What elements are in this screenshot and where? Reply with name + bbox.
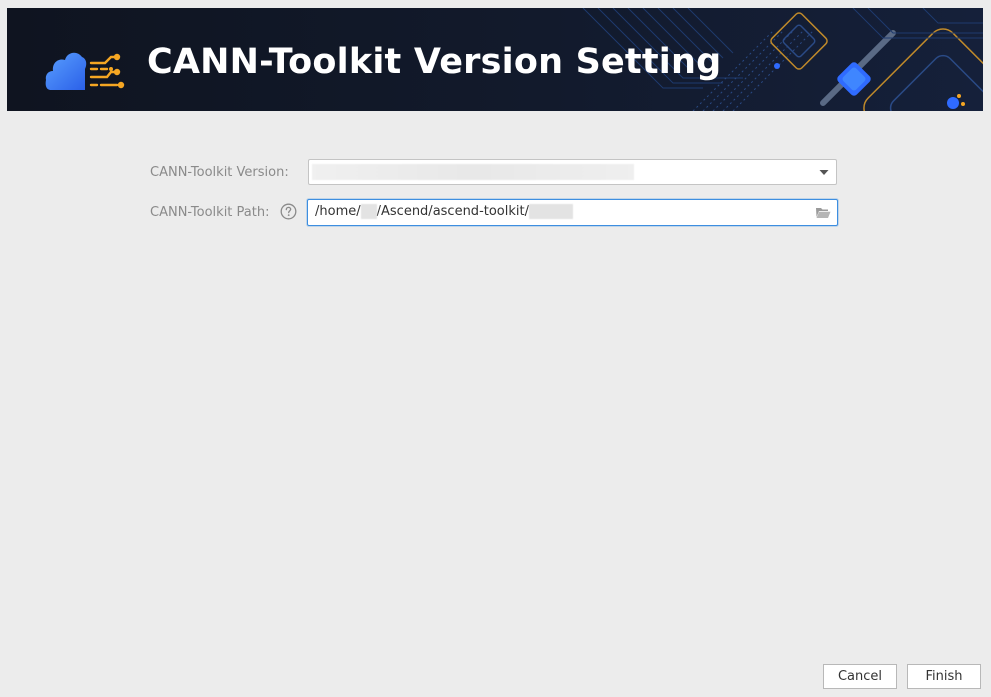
path-row: CANN-Toolkit Path: /home/ /Ascend/ascend… xyxy=(150,199,838,226)
path-prefix: /home/ xyxy=(315,204,361,219)
redacted-version xyxy=(529,204,573,219)
version-value xyxy=(312,164,634,180)
header-banner: CANN-Toolkit Version Setting xyxy=(7,8,983,111)
folder-open-icon[interactable] xyxy=(815,206,831,219)
version-dropdown[interactable] xyxy=(308,159,837,185)
question-circle-icon[interactable] xyxy=(280,203,297,220)
path-input[interactable]: /home/ /Ascend/ascend-toolkit/ xyxy=(307,199,838,226)
redacted-username xyxy=(360,204,377,219)
path-middle: /Ascend/ascend-toolkit/ xyxy=(376,204,529,219)
path-value[interactable]: /home/ /Ascend/ascend-toolkit/ xyxy=(315,204,573,219)
path-label: CANN-Toolkit Path: xyxy=(150,204,270,220)
finish-button[interactable]: Finish xyxy=(907,664,981,689)
version-row: CANN-Toolkit Version: xyxy=(150,159,837,185)
settings-window: CANN-Toolkit Version Setting CANN-Toolki… xyxy=(0,0,991,697)
cloud-circuit-logo-icon xyxy=(45,52,125,90)
cancel-button[interactable]: Cancel xyxy=(823,664,897,689)
page-title: CANN-Toolkit Version Setting xyxy=(147,42,722,82)
version-label: CANN-Toolkit Version: xyxy=(150,164,289,180)
chevron-down-icon xyxy=(819,170,829,175)
